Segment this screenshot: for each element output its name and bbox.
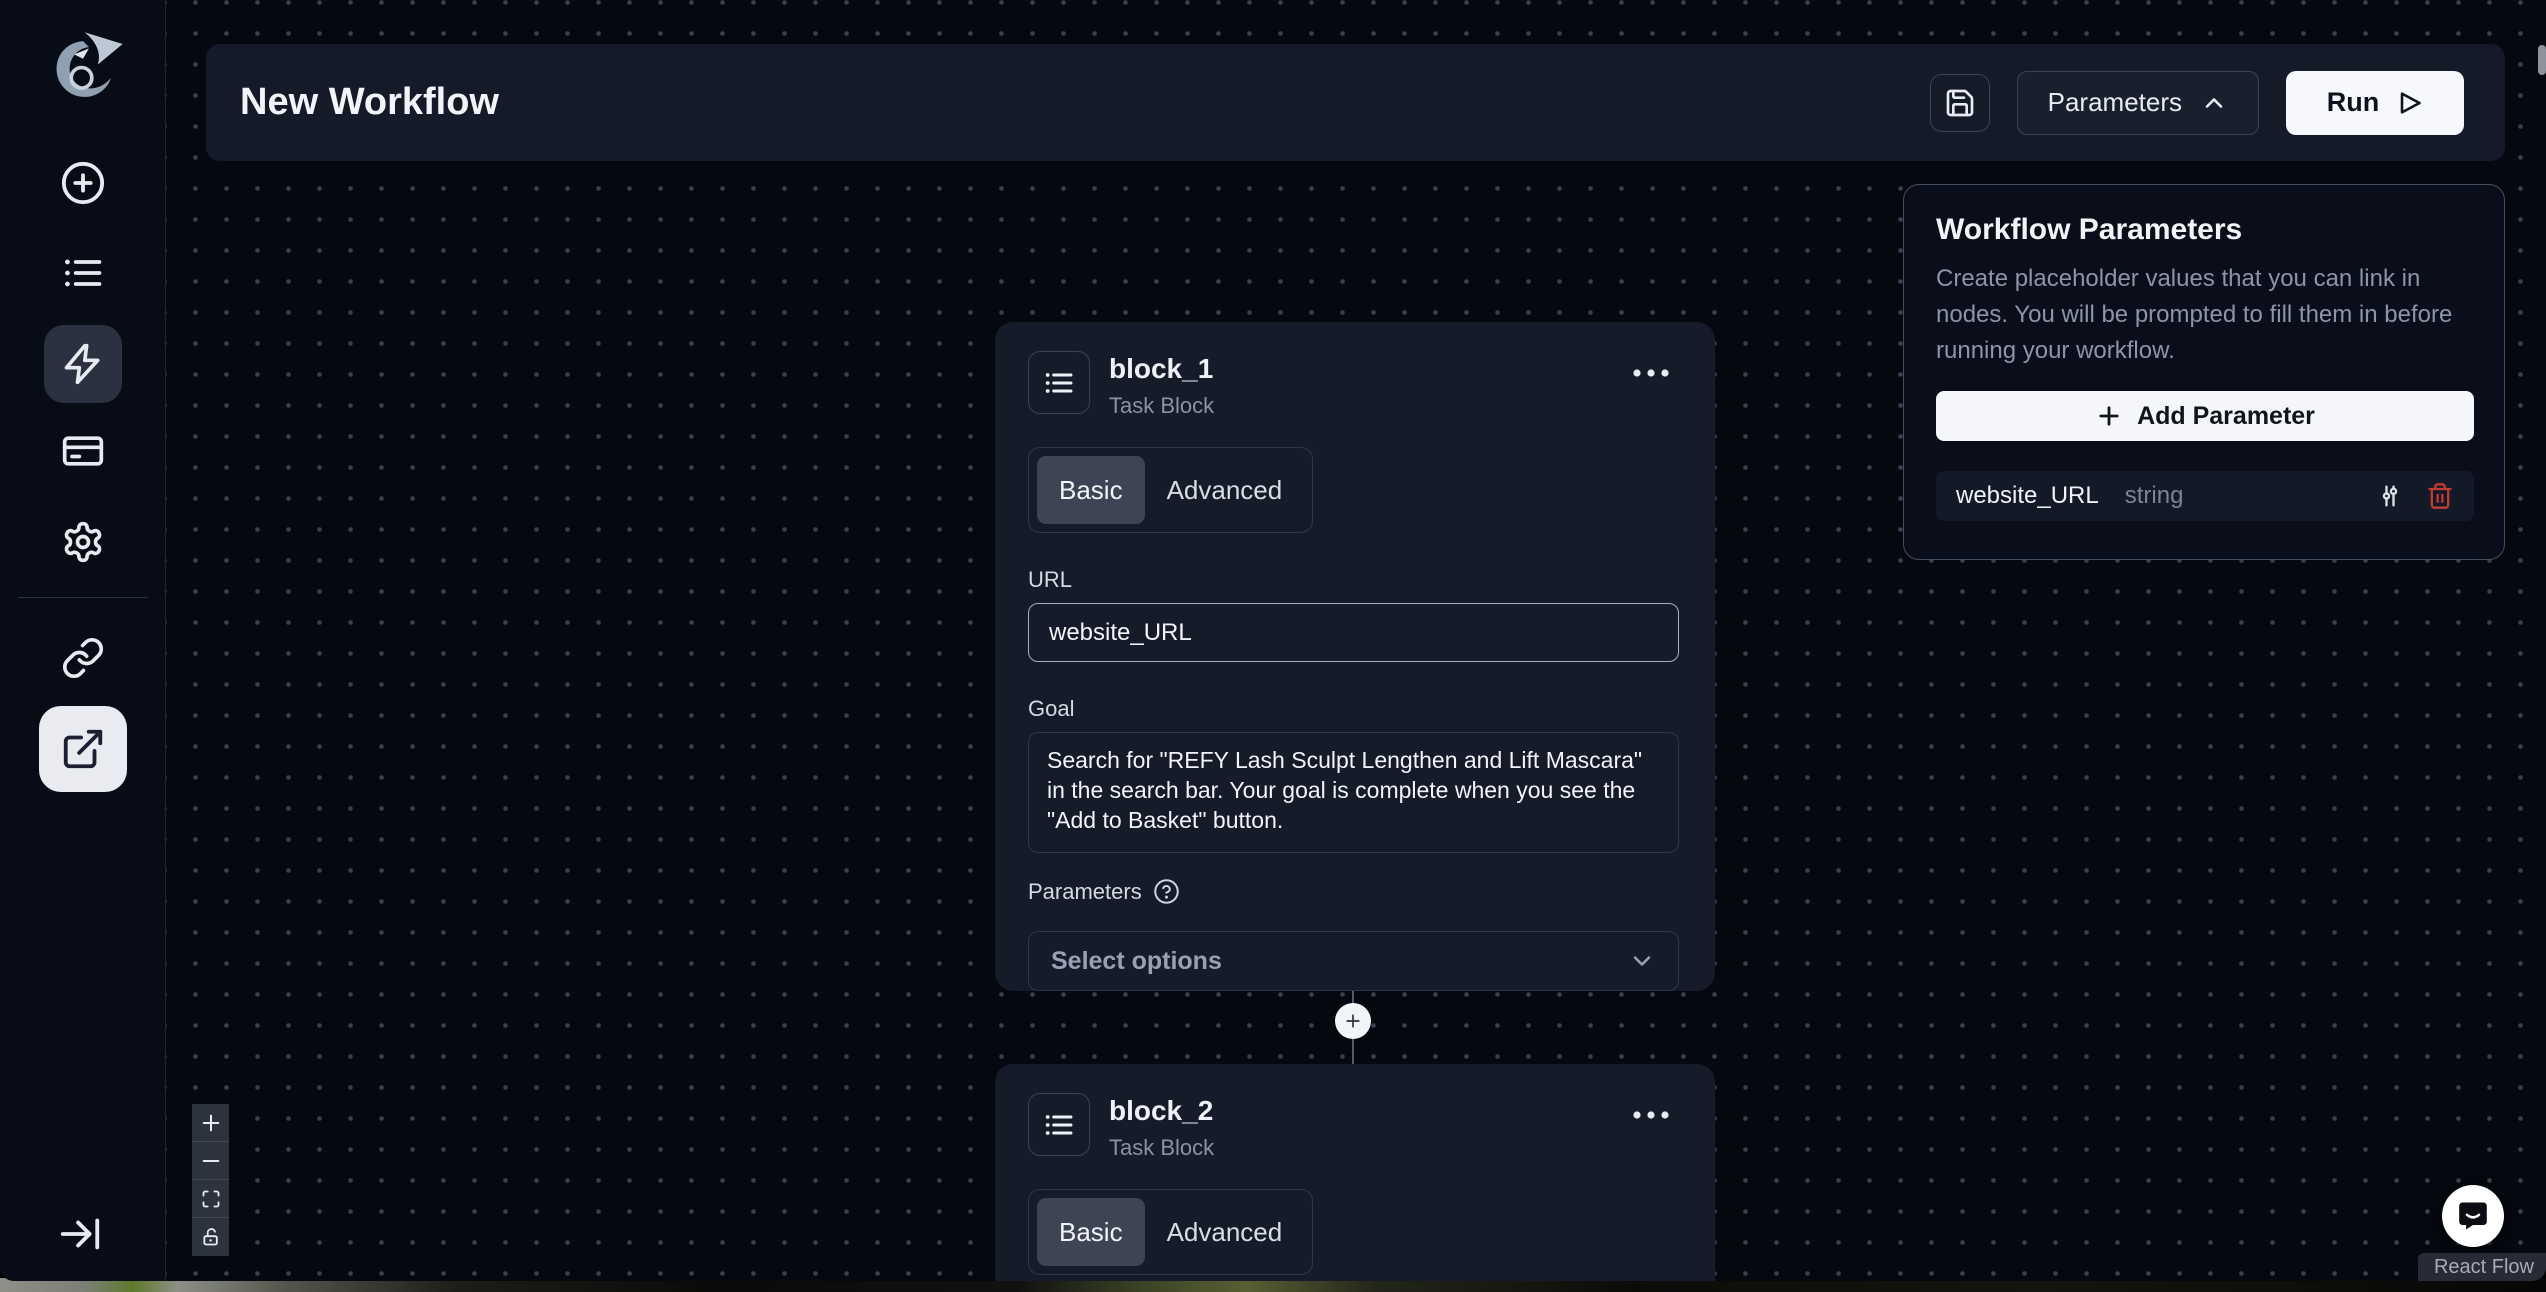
- plus-icon: [200, 1112, 222, 1134]
- zoom-in-button[interactable]: [192, 1104, 229, 1142]
- parameters-button-label: Parameters: [2048, 87, 2182, 118]
- ellipsis-icon: [1629, 1107, 1673, 1123]
- parameters-label: Parameters: [1028, 879, 1142, 905]
- block-type-label: Task Block: [1109, 393, 1214, 419]
- attribution-label: React Flow: [2434, 1256, 2534, 1279]
- sidebar-item-settings[interactable]: [61, 520, 105, 564]
- credit-card-icon: [61, 429, 105, 473]
- gear-icon: [61, 520, 105, 564]
- task-block-2[interactable]: block_2 Task Block Basic Advanced: [995, 1064, 1715, 1281]
- add-parameter-label: Add Parameter: [2137, 402, 2315, 431]
- sidebar-item-external-active[interactable]: [39, 706, 127, 792]
- save-button[interactable]: [1930, 74, 1990, 132]
- plus-icon: [2095, 402, 2123, 430]
- sidebar-item-integrations[interactable]: [61, 636, 105, 680]
- chat-bubble-icon: [2455, 1198, 2491, 1234]
- external-link-icon: [60, 726, 106, 772]
- fit-view-button[interactable]: [192, 1180, 229, 1218]
- sidebar: [0, 0, 166, 1281]
- chevron-up-icon: [2200, 89, 2228, 117]
- goal-textarea[interactable]: Search for "REFY Lash Sculpt Lengthen an…: [1028, 732, 1679, 853]
- link-icon: [61, 636, 105, 680]
- url-input[interactable]: [1028, 603, 1679, 662]
- panel-description: Create placeholder values that you can l…: [1936, 261, 2484, 369]
- add-parameter-button[interactable]: Add Parameter: [1936, 391, 2474, 441]
- help-icon[interactable]: [1153, 878, 1180, 905]
- app-window: New Workflow Parameters Run: [0, 0, 2546, 1281]
- parameters-toggle-button[interactable]: Parameters: [2017, 71, 2259, 135]
- tab-basic[interactable]: Basic: [1037, 456, 1145, 524]
- block-name: block_1: [1109, 353, 1214, 385]
- sidebar-item-billing[interactable]: [61, 429, 105, 473]
- sidebar-divider: [18, 597, 148, 598]
- run-button-label: Run: [2327, 87, 2379, 118]
- block-menu-button[interactable]: [1629, 1107, 1673, 1128]
- fit-view-icon: [201, 1189, 221, 1209]
- block-tab-group: Basic Advanced: [1028, 447, 1313, 533]
- minus-icon: [200, 1150, 222, 1172]
- chat-launcher-button[interactable]: [2442, 1185, 2504, 1247]
- zoom-out-button[interactable]: [192, 1142, 229, 1180]
- reactflow-attribution: React Flow: [2418, 1253, 2546, 1281]
- canvas-controls: [192, 1104, 229, 1256]
- block-type-label: Task Block: [1109, 1135, 1214, 1161]
- lock-button[interactable]: [192, 1218, 229, 1256]
- sidebar-item-runs[interactable]: [61, 251, 105, 295]
- block-tab-group: Basic Advanced: [1028, 1189, 1313, 1275]
- list-icon: [1043, 1109, 1075, 1141]
- edit-parameter-icon[interactable]: [2376, 482, 2404, 510]
- save-icon: [1944, 87, 1976, 119]
- run-button[interactable]: Run: [2286, 71, 2464, 135]
- select-placeholder: Select options: [1051, 947, 1222, 976]
- add-block-button[interactable]: [1335, 1003, 1371, 1039]
- tab-advanced[interactable]: Advanced: [1145, 1198, 1305, 1266]
- sidebar-item-create[interactable]: [60, 160, 106, 206]
- play-icon: [2395, 89, 2423, 117]
- parameter-row[interactable]: website_URL string: [1936, 471, 2474, 521]
- task-block-icon-tile: [1028, 351, 1090, 414]
- url-label: URL: [1028, 567, 1679, 593]
- panel-title: Workflow Parameters: [1936, 213, 2472, 247]
- list-icon: [1043, 367, 1075, 399]
- tab-advanced[interactable]: Advanced: [1145, 456, 1305, 524]
- plus-circle-icon: [60, 160, 106, 206]
- block-name: block_2: [1109, 1095, 1214, 1127]
- ellipsis-icon: [1629, 365, 1673, 381]
- plus-icon: [1343, 1011, 1363, 1031]
- sidebar-expand-toggle[interactable]: [57, 1211, 103, 1257]
- workflow-header: New Workflow Parameters Run: [206, 44, 2505, 161]
- skyvern-dragon-logo: [34, 22, 132, 116]
- arrow-right-to-line-icon: [57, 1211, 103, 1257]
- lock-open-icon: [201, 1227, 221, 1247]
- scrollbar-thumb[interactable]: [2538, 45, 2546, 75]
- parameter-name: website_URL: [1956, 482, 2099, 510]
- workflow-canvas[interactable]: New Workflow Parameters Run: [166, 0, 2546, 1281]
- chevron-down-icon: [1628, 947, 1656, 975]
- zap-icon: [61, 342, 105, 386]
- block-menu-button[interactable]: [1629, 365, 1673, 386]
- goal-label: Goal: [1028, 696, 1679, 722]
- delete-parameter-icon[interactable]: [2426, 482, 2454, 510]
- screen: New Workflow Parameters Run: [0, 0, 2546, 1292]
- task-block-1[interactable]: block_1 Task Block Basic Advanced URL Go…: [995, 322, 1715, 991]
- workflow-parameters-panel: Workflow Parameters Create placeholder v…: [1903, 184, 2505, 560]
- tab-basic[interactable]: Basic: [1037, 1198, 1145, 1266]
- task-block-icon-tile: [1028, 1093, 1090, 1156]
- parameter-type: string: [2125, 482, 2184, 510]
- page-title: New Workflow: [240, 81, 499, 124]
- parameters-select[interactable]: Select options: [1028, 931, 1679, 991]
- list-icon: [61, 251, 105, 295]
- sidebar-item-workflows-active[interactable]: [44, 325, 122, 403]
